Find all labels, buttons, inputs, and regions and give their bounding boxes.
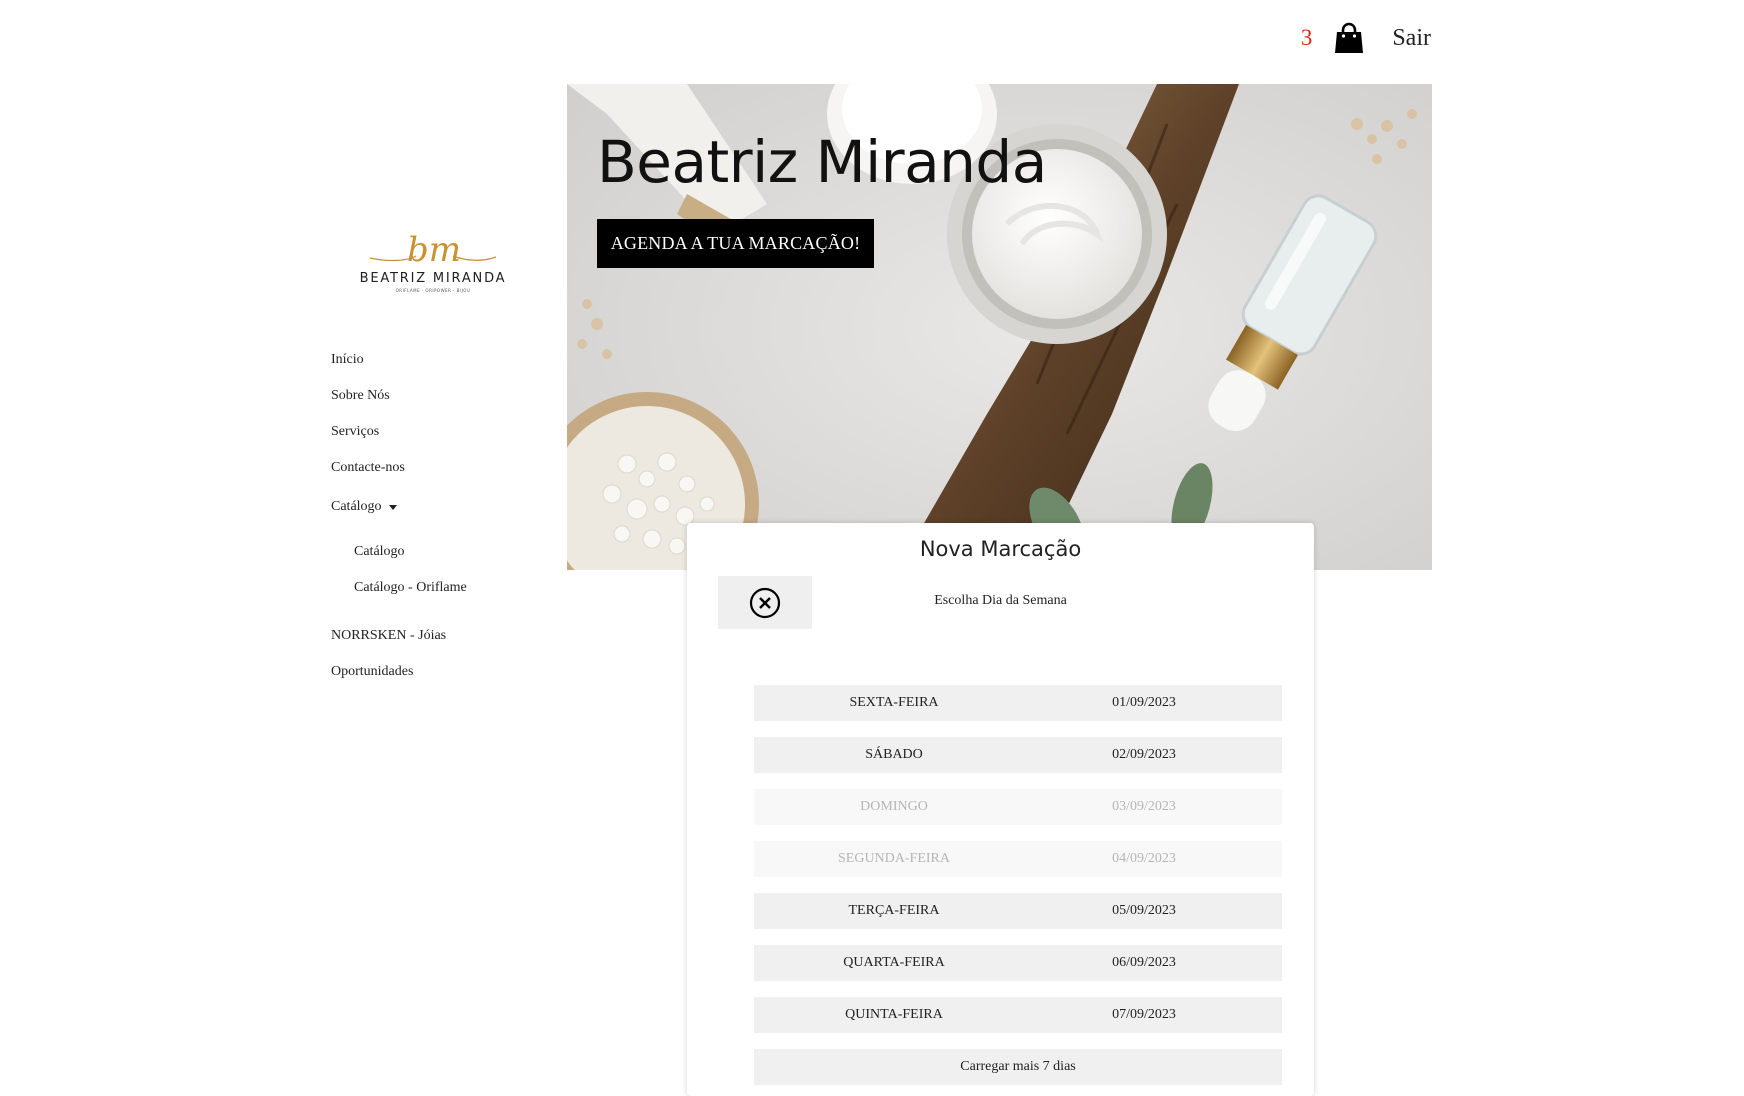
day-row-terca[interactable]: TERÇA-FEIRA 05/09/2023 — [754, 893, 1282, 929]
nav-item-norrsken-joias[interactable]: NORRSKEN - Jóias — [331, 621, 467, 657]
hero-title: Beatriz Miranda — [597, 128, 1047, 196]
day-date: 03/09/2023 — [1112, 799, 1176, 814]
shopping-bag-icon[interactable] — [1334, 22, 1364, 54]
logo-name: BEATRIZ MIRANDA — [360, 271, 507, 286]
day-name: QUARTA-FEIRA — [843, 955, 945, 970]
day-list: SEXTA-FEIRA 01/09/2023 SÁBADO 02/09/2023… — [754, 685, 1282, 1085]
nav-item-catalogo-label: Catálogo — [331, 499, 382, 514]
day-date: 07/09/2023 — [1112, 1007, 1176, 1022]
day-row-domingo: DOMINGO 03/09/2023 — [754, 789, 1282, 825]
cart-count-badge[interactable]: 3 — [1301, 25, 1313, 51]
submenu-item-catalogo-oriflame[interactable]: Catálogo - Oriflame — [354, 573, 467, 609]
catalogo-submenu: Catálogo Catálogo - Oriflame — [331, 525, 467, 621]
day-date: 06/09/2023 — [1112, 955, 1176, 970]
hero-banner: Beatriz Miranda AGENDA A TUA MARCAÇÃO! — [567, 84, 1432, 570]
day-row-quarta[interactable]: QUARTA-FEIRA 06/09/2023 — [754, 945, 1282, 981]
day-date: 05/09/2023 — [1112, 903, 1176, 918]
day-date: 01/09/2023 — [1112, 695, 1176, 710]
nav-item-inicio[interactable]: Início — [331, 345, 467, 381]
sidebar-nav: Início Sobre Nós Serviços Contacte-nos C… — [331, 345, 467, 693]
top-bar: 3 Sair — [1301, 22, 1431, 54]
day-row-segunda: SEGUNDA-FEIRA 04/09/2023 — [754, 841, 1282, 877]
nav-item-contacte-nos[interactable]: Contacte-nos — [331, 453, 467, 489]
modal-subtitle: Escolha Dia da Semana — [934, 593, 1067, 608]
day-date: 02/09/2023 — [1112, 747, 1176, 762]
book-appointment-button[interactable]: AGENDA A TUA MARCAÇÃO! — [597, 219, 874, 268]
submenu-item-catalogo[interactable]: Catálogo — [354, 537, 467, 573]
modal-title: Nova Marcação — [919, 537, 1082, 561]
logo-tagline: ORIFLAME · ORIPOWER · BIJOU — [396, 288, 471, 293]
new-appointment-modal: Nova Marcação Escolha Dia da Semana SEXT… — [687, 523, 1314, 1096]
nav-item-catalogo-dropdown[interactable]: Catálogo — [331, 489, 467, 525]
nav-item-oportunidades[interactable]: Oportunidades — [331, 657, 467, 693]
nav-item-servicos[interactable]: Serviços — [331, 417, 467, 453]
day-name: SEGUNDA-FEIRA — [838, 851, 950, 866]
load-more-days-button[interactable]: Carregar mais 7 dias — [754, 1049, 1282, 1085]
logo-monogram: bm — [407, 230, 461, 270]
day-name: QUINTA-FEIRA — [845, 1007, 943, 1022]
day-name: DOMINGO — [860, 799, 928, 814]
day-name: SEXTA-FEIRA — [849, 695, 939, 710]
logout-link[interactable]: Sair — [1392, 25, 1431, 52]
day-date: 04/09/2023 — [1112, 851, 1176, 866]
nav-item-sobre-nos[interactable]: Sobre Nós — [331, 381, 467, 417]
day-name: SÁBADO — [865, 747, 923, 762]
brand-logo[interactable]: bm BEATRIZ MIRANDA ORIFLAME · ORIPOWER ·… — [358, 228, 508, 308]
day-row-sexta[interactable]: SEXTA-FEIRA 01/09/2023 — [754, 685, 1282, 721]
day-row-sabado[interactable]: SÁBADO 02/09/2023 — [754, 737, 1282, 773]
caret-down-icon — [388, 504, 397, 510]
day-name: TERÇA-FEIRA — [848, 903, 940, 918]
day-row-quinta[interactable]: QUINTA-FEIRA 07/09/2023 — [754, 997, 1282, 1033]
